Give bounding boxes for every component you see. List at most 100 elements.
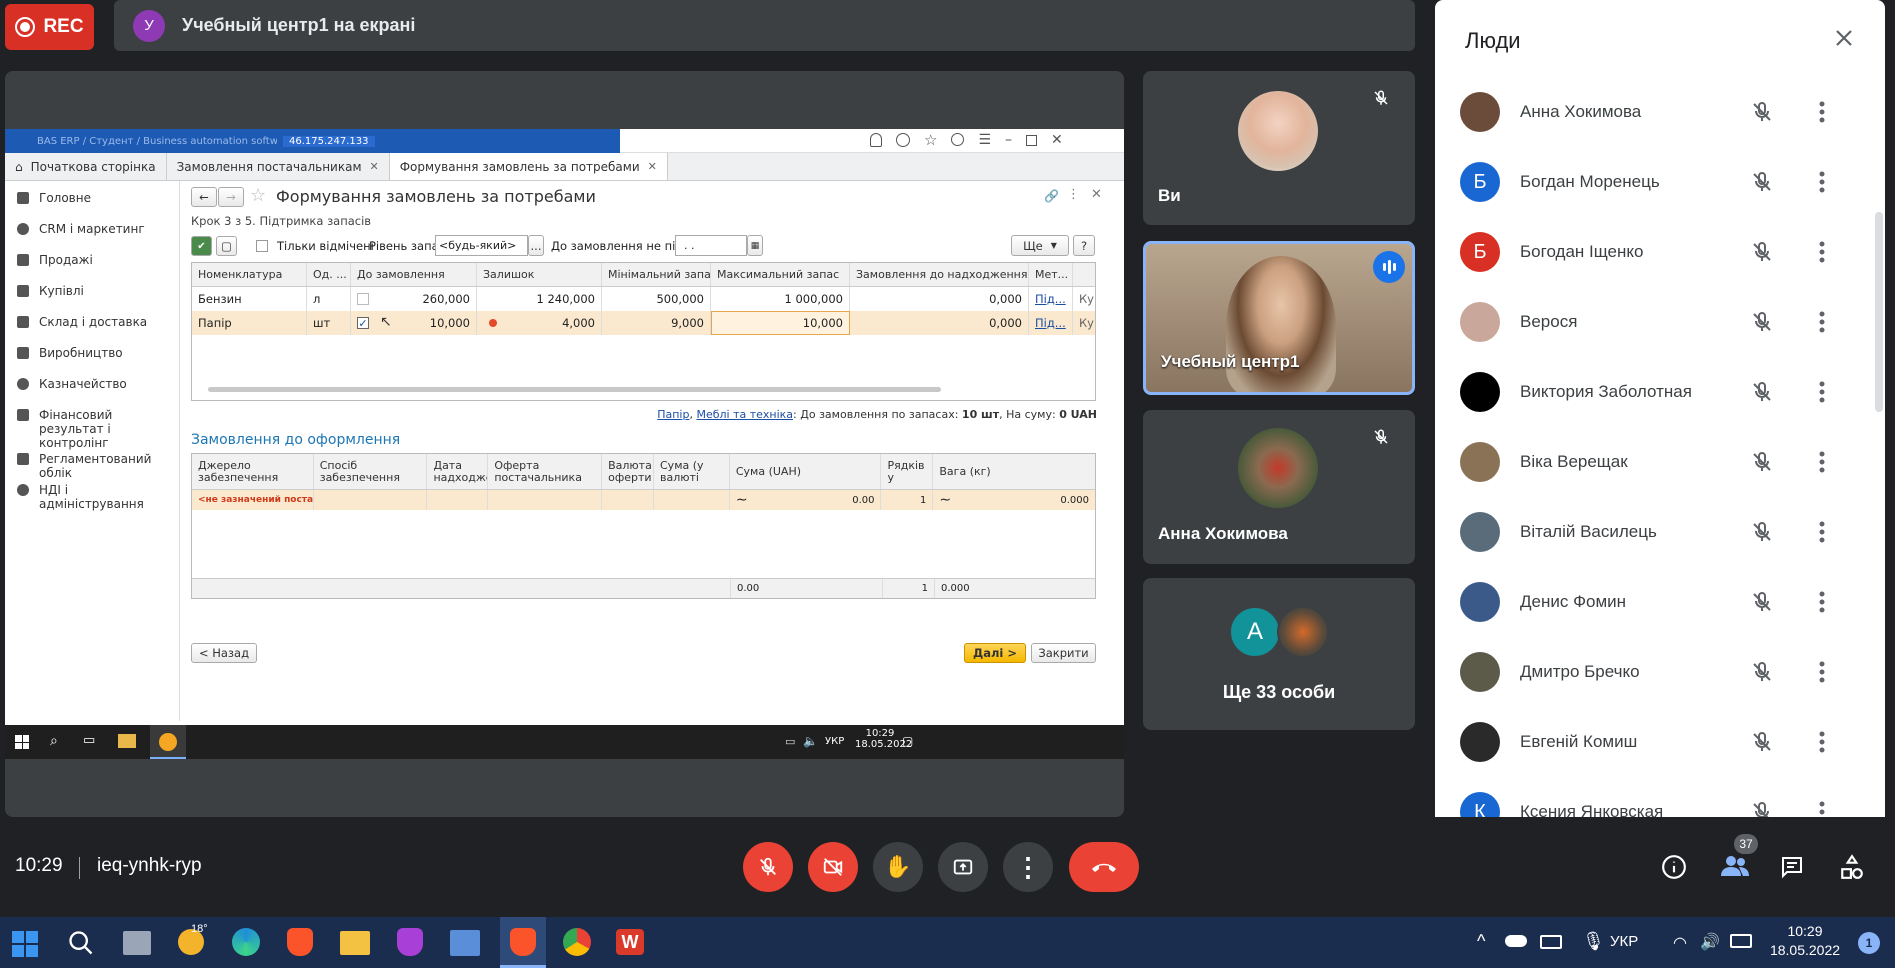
wps-icon[interactable]: W (616, 929, 644, 955)
windows-start-icon[interactable] (12, 931, 38, 957)
col-header[interactable]: Джерело забезпечення (192, 454, 314, 489)
speaker-icon[interactable]: 🔊 (1700, 932, 1720, 952)
tab-order-forming[interactable]: Формування замовлень за потребами ✕ (389, 153, 668, 180)
table-row-selected[interactable]: Папір шт ✓ 10,000 4,000 9,000 10,000 0,0… (192, 311, 1095, 335)
row-checkbox[interactable]: ✓ (351, 311, 381, 335)
more-vert-icon[interactable] (1819, 311, 1825, 333)
history-icon[interactable] (896, 133, 910, 147)
wifi-icon[interactable]: ◠ (1673, 933, 1687, 953)
menu-icon[interactable]: ☰ (978, 133, 991, 147)
col-header[interactable]: Дата надходжен (427, 454, 489, 489)
input-language[interactable]: УКР (1610, 933, 1638, 950)
brave-icon[interactable] (287, 928, 313, 956)
row-checkbox[interactable] (351, 287, 381, 311)
battery-icon[interactable] (1730, 934, 1752, 948)
sidebar-item-warehouse[interactable]: Склад і доставка (5, 309, 179, 340)
table-row-selected[interactable]: <не зазначений поста... ∼ 0.00 1 ∼ 0.000 (192, 490, 1095, 510)
more-vert-icon[interactable] (1819, 241, 1825, 263)
present-button[interactable] (938, 842, 988, 892)
col-header[interactable]: Сума (у валюті (654, 454, 730, 489)
back-button[interactable]: < Назад (191, 643, 257, 663)
tile-presenter[interactable]: Учебный центр1 (1143, 241, 1415, 395)
stock-level-select-button[interactable]: ... (528, 235, 544, 256)
more-vert-icon[interactable] (1819, 801, 1825, 817)
participant-row[interactable]: Б Богдан Моренець (1435, 147, 1885, 217)
more-vert-icon[interactable] (1819, 101, 1825, 123)
activities-icon[interactable] (1838, 854, 1866, 880)
sidebar-item-production[interactable]: Виробництво (5, 340, 179, 371)
meeting-info-icon[interactable] (1661, 854, 1687, 880)
sidebar-item-finance[interactable]: Фінансовий результат і контролінг (5, 402, 179, 450)
system-clock[interactable]: 10:29 18.05.2022 (1765, 922, 1845, 960)
leave-call-button[interactable] (1069, 842, 1139, 892)
participant-row[interactable]: Дмитро Бречко (1435, 637, 1885, 707)
participant-row[interactable]: Евгеній Комиш (1435, 707, 1885, 777)
table-row[interactable]: Бензин л 260,000 1 240,000 500,000 1 000… (192, 287, 1095, 311)
only-marked-checkbox[interactable] (256, 240, 268, 252)
favorite-star-icon[interactable]: ☆ (250, 185, 266, 206)
participant-row[interactable]: К Ксения Янковская (1435, 777, 1885, 817)
sidebar-item-admin[interactable]: НДІ і адміністрування (5, 477, 179, 511)
network-icon[interactable]: ▭ (785, 735, 795, 748)
more-vert-icon[interactable] (1819, 381, 1825, 403)
file-explorer-icon[interactable] (340, 931, 370, 955)
close-button[interactable]: Закрити (1031, 643, 1096, 663)
col-header[interactable]: Номенклатура (192, 263, 307, 286)
col-header[interactable]: Замовлення до надходження (850, 263, 1029, 286)
col-header[interactable]: Максимальний запас (711, 263, 850, 286)
col-header[interactable]: Мет... (1029, 263, 1073, 286)
mic-off-icon[interactable] (1750, 800, 1774, 817)
cloud-icon[interactable] (1505, 935, 1527, 947)
col-header[interactable]: До замовлення (351, 263, 477, 286)
col-header[interactable]: Рядків у (881, 454, 934, 489)
microphone-icon[interactable]: 🎙 (1582, 931, 1605, 952)
col-header[interactable]: Залишок (477, 263, 602, 286)
mic-off-icon[interactable] (1750, 100, 1774, 124)
order-before-input[interactable]: . . (675, 235, 747, 256)
col-header[interactable]: Спосіб забезпечення (314, 454, 428, 489)
participant-row[interactable]: Б Богодан Іщенко (1435, 217, 1885, 287)
mic-off-icon[interactable] (1750, 660, 1774, 684)
task-view-icon[interactable] (123, 931, 151, 955)
app-1c-taskbar-button[interactable] (150, 725, 186, 759)
mic-off-icon[interactable] (1750, 730, 1774, 754)
participant-row[interactable]: Денис Фомин (1435, 567, 1885, 637)
participant-row[interactable]: Віка Верещак (1435, 427, 1885, 497)
close-panel-icon[interactable] (1832, 26, 1856, 50)
sidebar-item-crm[interactable]: CRM і маркетинг (5, 216, 179, 247)
tab-home[interactable]: ⌂ Початкова сторінка (5, 153, 167, 180)
tile-others[interactable]: A Ще 33 особи (1143, 578, 1415, 730)
meeting-code[interactable]: ieq-ynhk-ryp (97, 855, 202, 877)
windows-start-icon[interactable] (15, 735, 29, 749)
chevron-up-icon[interactable]: ^ (1477, 931, 1485, 952)
sidebar-item-sales[interactable]: Продажі (5, 247, 179, 278)
participant-row[interactable]: Анна Хокимова (1435, 77, 1885, 147)
col-header[interactable] (1073, 263, 1095, 286)
chat-icon[interactable] (1779, 855, 1805, 879)
more-options-button[interactable]: ⋮ (1003, 842, 1053, 892)
mic-off-icon[interactable] (1750, 310, 1774, 334)
cell-method[interactable]: Під... (1029, 287, 1073, 311)
more-vert-icon[interactable] (1819, 451, 1825, 473)
tile-anna[interactable]: Анна Хокимова (1143, 410, 1415, 564)
col-header[interactable]: Мінімальний запас (602, 263, 711, 286)
search-icon[interactable] (67, 929, 95, 957)
mic-toggle-button[interactable] (743, 842, 793, 892)
participant-row[interactable]: Верося (1435, 287, 1885, 357)
chrome-icon[interactable] (563, 928, 591, 956)
more-vert-icon[interactable] (1819, 731, 1825, 753)
search-icon[interactable]: ⌕ (50, 733, 58, 749)
cell-max-editing[interactable]: 10,000 (711, 311, 850, 335)
sidebar-item-purchases[interactable]: Купівлі (5, 278, 179, 309)
sidebar-item-treasury[interactable]: Казначейство (5, 371, 179, 402)
col-header[interactable]: Вага (кг) (933, 454, 1095, 489)
stock-level-input[interactable]: <будь-який> (435, 235, 528, 256)
summary-link-item[interactable]: Папір (657, 408, 689, 421)
folder-icon[interactable] (118, 734, 136, 748)
col-header[interactable]: Валюта оферти (602, 454, 654, 489)
more-vert-icon[interactable]: ⋮ (1067, 187, 1080, 202)
horizontal-scrollbar[interactable] (208, 387, 941, 392)
minimize-icon[interactable]: – (1005, 133, 1012, 147)
mic-off-icon[interactable] (1750, 240, 1774, 264)
mic-off-icon[interactable] (1750, 450, 1774, 474)
